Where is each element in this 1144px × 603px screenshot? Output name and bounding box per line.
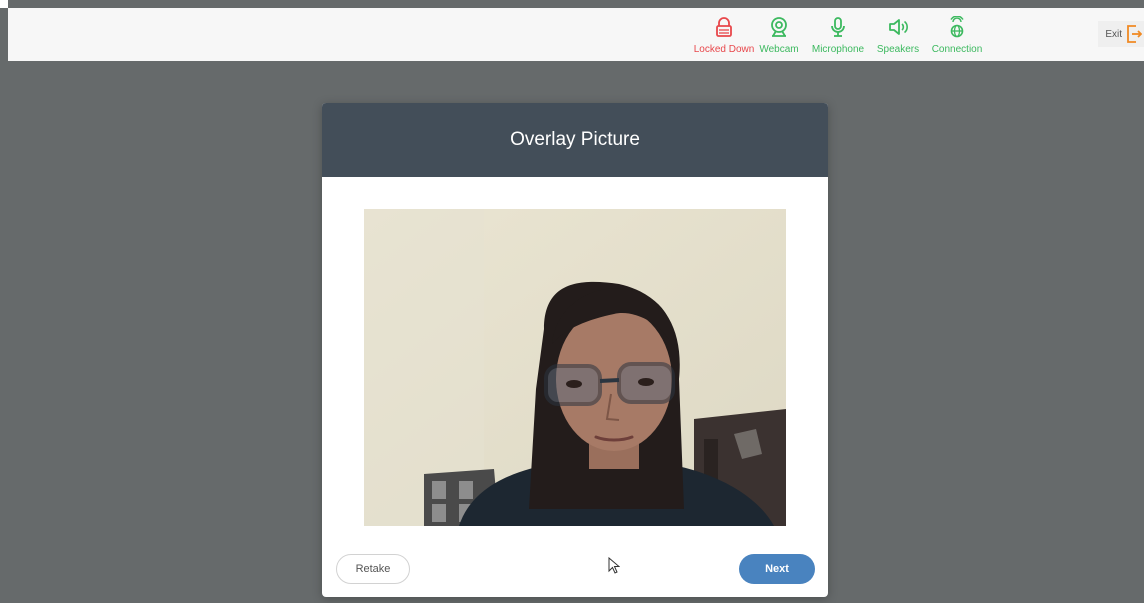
status-connection: Connection xyxy=(929,8,985,55)
mouse-cursor-icon xyxy=(608,557,620,574)
status-microphone: Microphone xyxy=(808,8,868,55)
exit-label: Exit xyxy=(1105,28,1122,40)
speaker-icon xyxy=(889,19,908,35)
connection-icon xyxy=(950,16,964,38)
microphone-icon xyxy=(831,17,845,37)
webcam-snapshot xyxy=(364,209,786,526)
status-bar: Locked Down Webcam Microphone Speakers C… xyxy=(8,8,1144,61)
status-label: Locked Down xyxy=(693,44,755,55)
corner-dot xyxy=(0,0,8,8)
overlay-picture-dialog: Overlay Picture Retake Next xyxy=(322,103,828,597)
exit-button[interactable]: Exit xyxy=(1098,21,1144,47)
dialog-title: Overlay Picture xyxy=(510,129,640,150)
lock-icon xyxy=(716,17,732,37)
webcam-icon xyxy=(771,17,787,37)
retake-button[interactable]: Retake xyxy=(336,554,410,584)
dialog-header: Overlay Picture xyxy=(322,103,828,177)
status-speakers: Speakers xyxy=(876,8,920,55)
exit-icon xyxy=(1127,25,1142,43)
status-locked-down: Locked Down xyxy=(693,8,755,55)
status-label: Webcam xyxy=(759,44,799,55)
status-label: Connection xyxy=(931,44,983,55)
status-webcam: Webcam xyxy=(757,8,801,55)
person-photo-illustration xyxy=(364,209,786,526)
next-button[interactable]: Next xyxy=(739,554,815,584)
status-label: Speakers xyxy=(876,44,920,55)
status-label: Microphone xyxy=(811,44,865,55)
